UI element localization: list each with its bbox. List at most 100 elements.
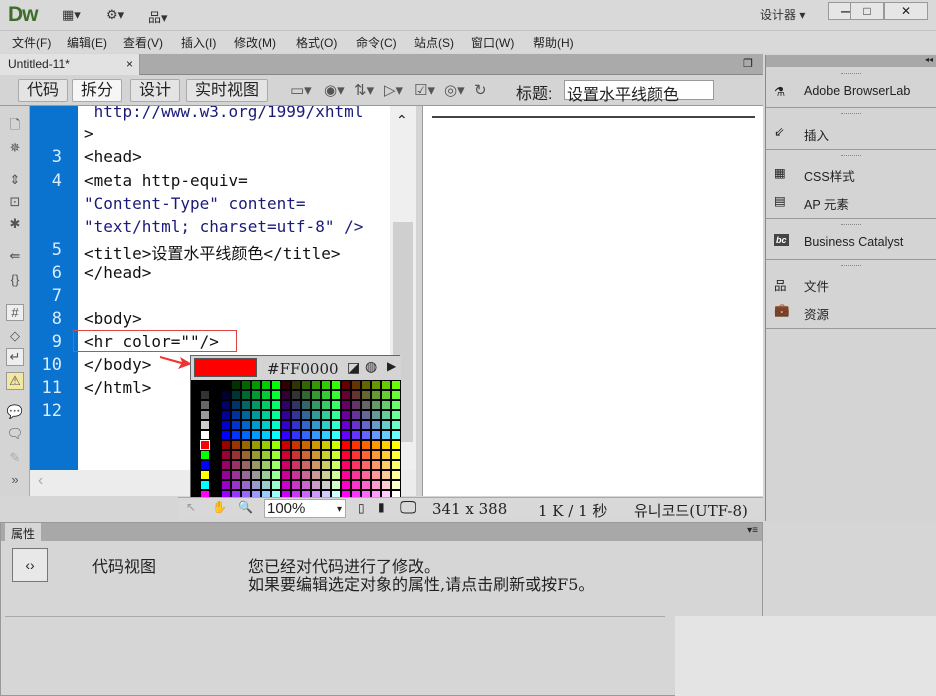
color-swatch[interactable]	[200, 470, 210, 480]
color-swatch[interactable]	[381, 450, 391, 460]
color-swatch[interactable]	[341, 450, 351, 460]
color-swatch[interactable]	[391, 440, 401, 450]
color-swatch[interactable]	[221, 460, 231, 470]
color-swatch[interactable]	[391, 420, 401, 430]
panel-assets[interactable]: 资源	[804, 304, 829, 323]
color-swatch[interactable]	[231, 480, 241, 490]
color-swatch[interactable]	[381, 390, 391, 400]
color-swatch[interactable]	[321, 450, 331, 460]
color-swatch[interactable]	[301, 410, 311, 420]
color-swatch[interactable]	[361, 390, 371, 400]
color-swatch[interactable]	[241, 430, 251, 440]
color-swatch[interactable]	[221, 450, 231, 460]
color-swatch[interactable]	[361, 400, 371, 410]
color-swatch[interactable]	[371, 380, 381, 390]
color-swatch[interactable]	[241, 410, 251, 420]
color-swatch[interactable]	[200, 390, 210, 400]
color-swatch[interactable]	[341, 390, 351, 400]
code-view-button[interactable]: 代码	[18, 79, 69, 102]
color-swatch[interactable]	[281, 470, 291, 480]
color-swatch[interactable]	[301, 470, 311, 480]
color-swatch[interactable]	[321, 390, 331, 400]
balance-braces-icon[interactable]: {}	[6, 272, 24, 287]
color-swatch[interactable]	[241, 390, 251, 400]
color-swatch[interactable]	[311, 450, 321, 460]
color-swatch[interactable]	[391, 400, 401, 410]
live-code-icon[interactable]: ▷▾	[384, 81, 403, 99]
color-swatch[interactable]	[271, 380, 281, 390]
file-management-icon[interactable]: ⇅▾	[354, 81, 374, 99]
select-parent-tag-icon[interactable]: ⇚	[6, 248, 24, 264]
color-swatch[interactable]	[251, 400, 261, 410]
color-swatch[interactable]	[261, 470, 271, 480]
scroll-left-icon[interactable]: ‹	[38, 472, 43, 490]
color-swatch[interactable]	[281, 440, 291, 450]
menu-view[interactable]: 查看(V)	[123, 34, 163, 51]
color-swatch[interactable]	[221, 390, 231, 400]
close-tab-icon[interactable]: ×	[126, 57, 133, 71]
color-swatch[interactable]	[241, 440, 251, 450]
code-line[interactable]: <body>	[84, 309, 142, 328]
color-swatch[interactable]	[391, 380, 401, 390]
color-swatch[interactable]	[221, 480, 231, 490]
color-swatch[interactable]	[281, 420, 291, 430]
color-swatch[interactable]	[261, 420, 271, 430]
collapse-tag-icon[interactable]: ⇕	[6, 172, 24, 188]
layout-icon[interactable]: ▦▾	[62, 7, 81, 23]
color-swatch[interactable]	[271, 450, 281, 460]
color-swatch[interactable]	[221, 410, 231, 420]
color-swatch[interactable]	[281, 460, 291, 470]
color-swatch[interactable]	[351, 480, 361, 490]
color-swatch[interactable]	[381, 410, 391, 420]
select-tool-icon[interactable]: ↖	[186, 500, 196, 514]
window-size[interactable]: 341 x 388	[432, 500, 507, 518]
color-swatch[interactable]	[271, 400, 281, 410]
apply-comment-icon[interactable]: 💬	[6, 404, 24, 420]
color-swatch[interactable]	[301, 420, 311, 430]
color-swatch[interactable]	[221, 430, 231, 440]
color-swatch[interactable]	[231, 470, 241, 480]
refresh-icon[interactable]: ↻	[474, 81, 487, 99]
color-swatch[interactable]	[351, 440, 361, 450]
color-swatch[interactable]	[391, 410, 401, 420]
color-swatch[interactable]	[341, 420, 351, 430]
color-swatch[interactable]	[271, 430, 281, 440]
panel-files[interactable]: 文件	[804, 276, 829, 295]
color-swatch[interactable]	[331, 480, 341, 490]
color-swatch[interactable]	[251, 390, 261, 400]
color-swatch[interactable]	[221, 400, 231, 410]
grip[interactable]	[841, 113, 861, 116]
live-view-button[interactable]: 实时视图	[186, 79, 269, 102]
color-swatch[interactable]	[301, 400, 311, 410]
color-swatch[interactable]	[391, 460, 401, 470]
color-swatch[interactable]	[381, 460, 391, 470]
color-swatch[interactable]	[221, 470, 231, 480]
color-swatch[interactable]	[271, 470, 281, 480]
color-swatch[interactable]	[351, 430, 361, 440]
color-picker[interactable]: #FF0000 ◪ ◍ ▶	[190, 355, 401, 500]
color-swatch[interactable]	[261, 410, 271, 420]
color-swatch[interactable]	[351, 460, 361, 470]
menu-format[interactable]: 格式(O)	[296, 34, 337, 51]
panel-menu-icon[interactable]: ▾≡	[747, 525, 758, 536]
color-swatch[interactable]	[200, 400, 210, 410]
color-swatch[interactable]	[351, 420, 361, 430]
color-swatch[interactable]	[251, 420, 261, 430]
code-line[interactable]: >	[84, 124, 94, 143]
no-color-icon[interactable]: ◪	[347, 359, 360, 376]
code-line[interactable]: <title>设置水平线颜色</title>	[84, 240, 341, 264]
system-color-picker-icon[interactable]: ◍	[365, 358, 377, 375]
color-swatch[interactable]	[241, 380, 251, 390]
color-swatch[interactable]	[311, 440, 321, 450]
maximize-button[interactable]: □	[850, 2, 884, 20]
color-swatch[interactable]	[291, 390, 301, 400]
code-line[interactable]: <meta http-equiv=	[84, 171, 248, 190]
color-swatch[interactable]	[331, 380, 341, 390]
color-swatch[interactable]	[341, 380, 351, 390]
color-swatch[interactable]	[261, 430, 271, 440]
color-swatch[interactable]	[251, 480, 261, 490]
picker-menu-arrow-icon[interactable]: ▶	[387, 359, 396, 373]
panel-insert[interactable]: 插入	[804, 125, 829, 144]
color-swatch[interactable]	[281, 400, 291, 410]
hand-tool-icon[interactable]: ✋	[212, 500, 227, 514]
